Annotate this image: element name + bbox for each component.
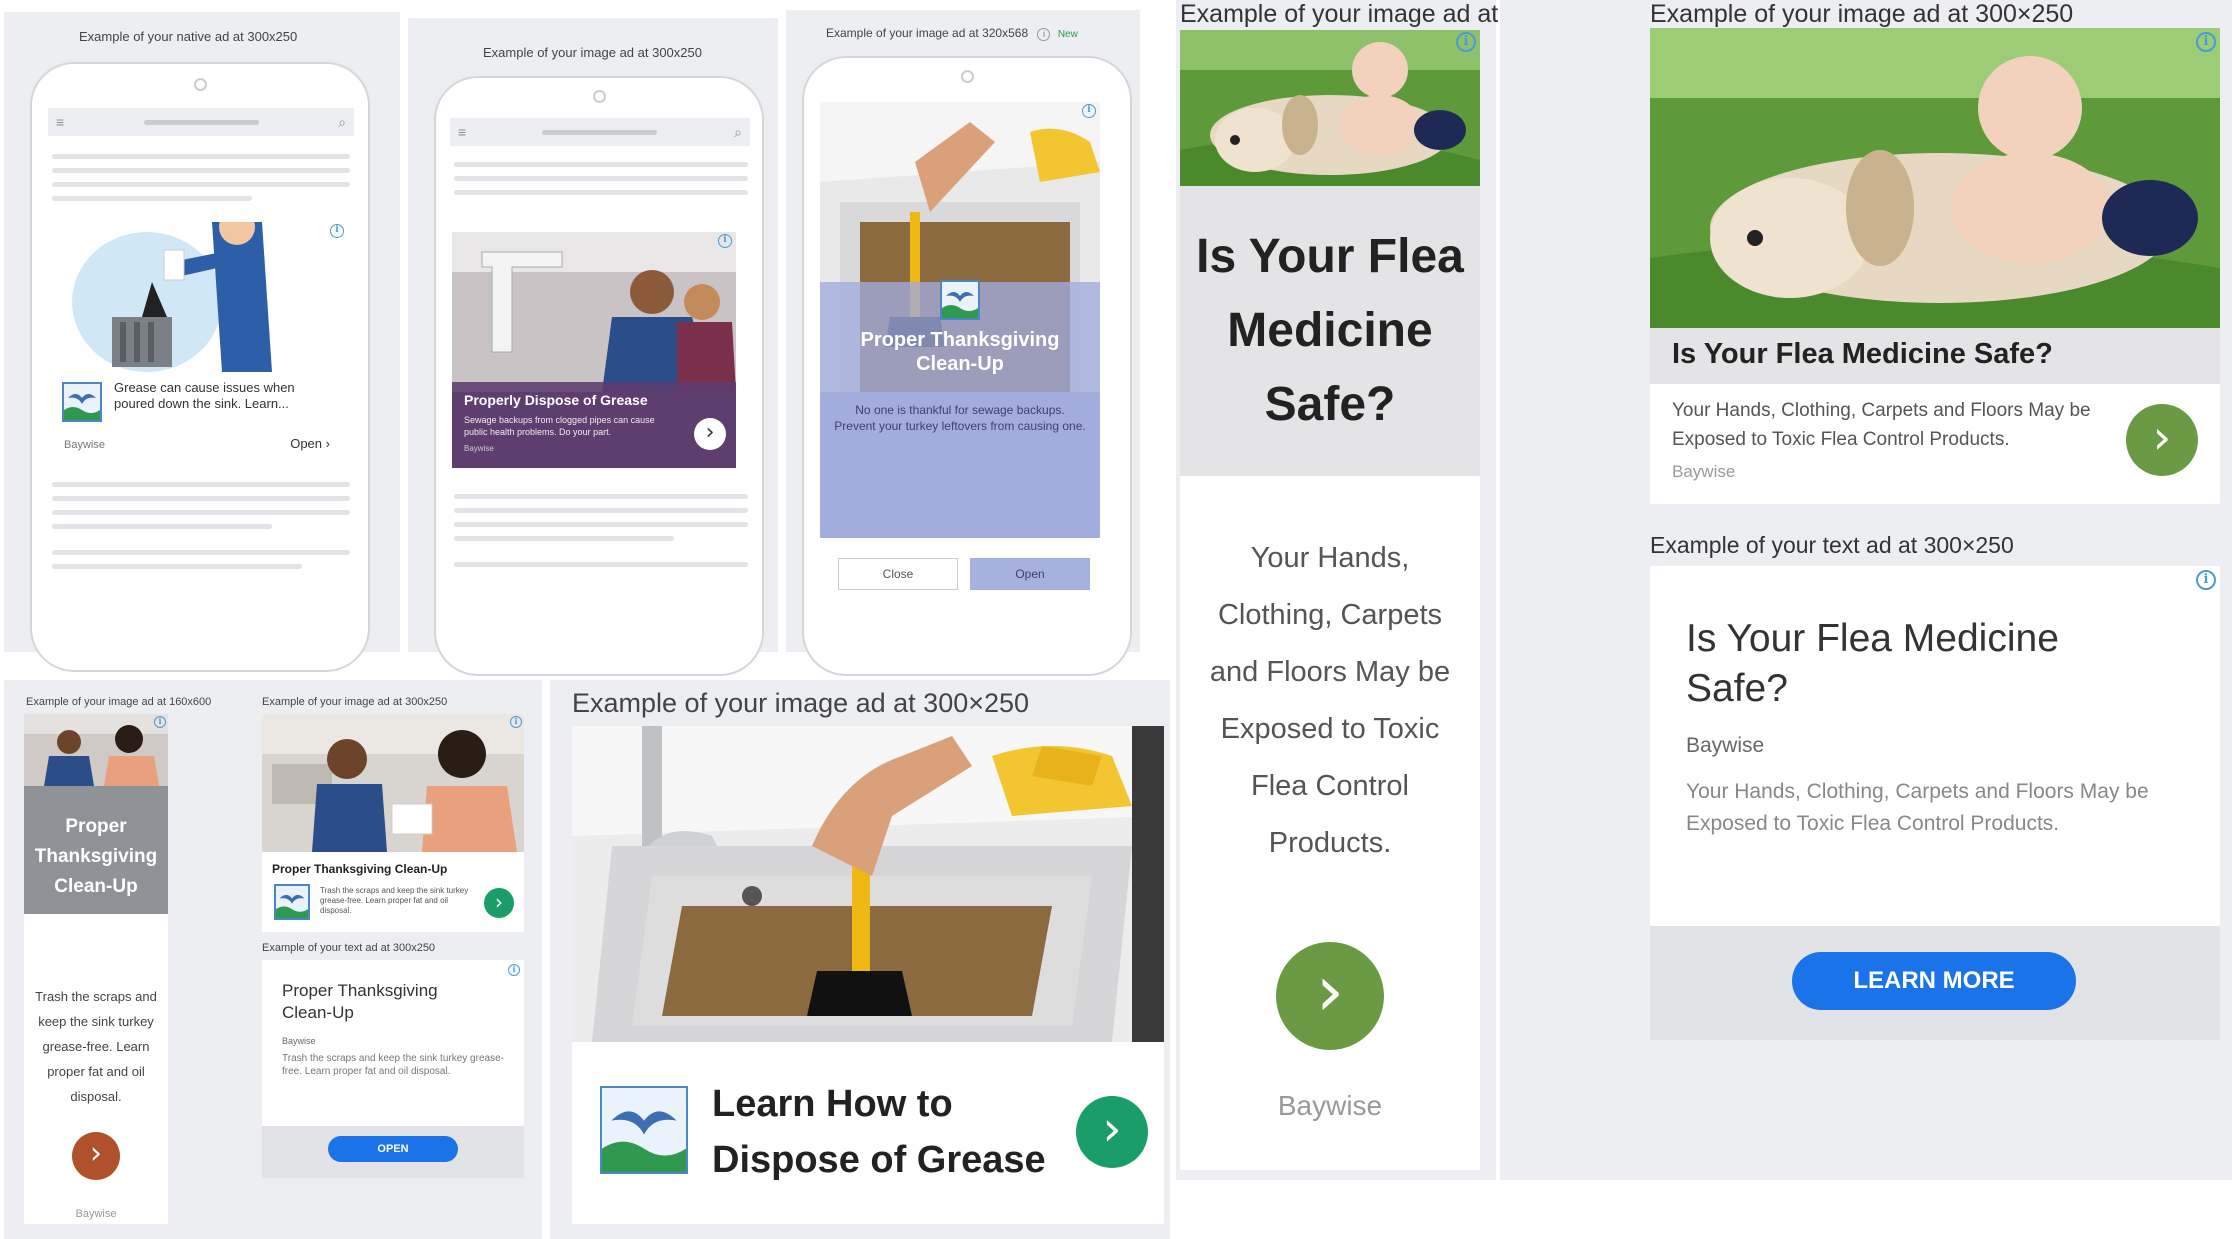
caption-interstitial-ad: Example of your image ad at 320x568 i Ne… [826, 26, 1078, 41]
small-300-headline: Proper Thanksgiving Clean-Up [272, 862, 448, 876]
flea-300x250-ad[interactable]: i Is Your Flea Medicine Safe? Your Hands… [1650, 28, 2220, 504]
chevron-right-icon[interactable]: › [1076, 1096, 1148, 1168]
flea-text-advertiser: Baywise [1686, 734, 1765, 757]
chevron-right-icon[interactable]: › [2126, 404, 2198, 476]
caption-image-ad-phone: Example of your image ad at 300x250 [483, 45, 702, 60]
flea-300-headline: Is Your Flea Medicine Safe? [1672, 338, 2053, 370]
flea-160-headline: Is Your Flea Medicine Safe? [1196, 230, 1464, 431]
ad-info-icon[interactable]: i [1082, 104, 1096, 118]
kitchen-photo [262, 714, 524, 852]
plumber-photo [452, 232, 736, 392]
chevron-right-icon[interactable]: › [1276, 942, 1384, 1050]
phone-camera [961, 70, 974, 83]
close-button[interactable]: Close [838, 558, 958, 590]
small-text-ad[interactable]: i Proper Thanksgiving Clean-Up Baywise T… [262, 960, 524, 1178]
phone-frame: ≡ ⌕ i Properly Dispose of Grease Sewage … [434, 76, 764, 676]
search-icon[interactable]: ⌕ [734, 118, 742, 146]
caption-grease-ad: Example of your image ad at 300×250 [572, 688, 1030, 718]
open-button[interactable]: Open [970, 558, 1090, 590]
ad-info-icon[interactable]: i [330, 224, 344, 238]
flea-300-advertiser: Baywise [1672, 462, 1736, 481]
ad-info-icon[interactable]: i [508, 964, 520, 976]
small-160-advertiser: Baywise [75, 1208, 117, 1220]
chevron-right-icon[interactable]: › [72, 1132, 120, 1180]
baby-dog-photo [1180, 30, 1480, 186]
grease-ad[interactable]: Learn How to Dispose of Grease › [572, 726, 1164, 1224]
interstitial-ad-preview: Example of your image ad at 320x568 i Ne… [786, 10, 1140, 676]
chevron-right-icon[interactable]: › [694, 418, 726, 450]
image-ad-body: Sewage backups from clogged pipes can ca… [464, 415, 655, 437]
grease-ad-preview: Example of your image ad at 300×250 Lear… [550, 680, 1170, 1239]
phone-camera [194, 78, 207, 91]
small-160-headline: Proper Thanksgiving Clean-Up [34, 816, 158, 897]
native-ad-advertiser: Baywise [64, 439, 105, 451]
image-ad-card[interactable]: i Properly Dispose of Grease Sewage back… [452, 232, 736, 468]
image-ad-headline: Properly Dispose of Grease [464, 392, 648, 408]
info-icon[interactable]: i [1037, 28, 1051, 41]
small-160-body: Trash the scraps and keep the sink turke… [35, 989, 157, 1104]
search-icon[interactable]: ⌕ [338, 108, 346, 136]
image-ad-advertiser: Baywise [464, 444, 494, 453]
native-ad-text: Grease can cause issues when poured down… [114, 380, 295, 411]
small-300-body: Trash the scraps and keep the sink turke… [320, 886, 469, 915]
chevron-right-icon: › [325, 436, 330, 451]
phone-frame: Proper Thanksgiving Clean-Up No one is t… [802, 56, 1132, 676]
ad-info-icon[interactable]: i [510, 716, 522, 728]
chevron-right-icon[interactable]: › [484, 888, 514, 918]
baywise-logo [62, 382, 102, 422]
phone-camera [593, 90, 606, 103]
image-ad-phone-preview: Example of your image ad at 300x250 ≡ ⌕ … [408, 18, 778, 676]
flea-160x600-preview: Example of your image ad at 160×600 i Is… [1176, 0, 1603, 1180]
ad-info-icon[interactable]: i [2196, 570, 2216, 590]
flea-160x600-ad[interactable]: i Is Your Flea Medicine Safe? Your Hands… [1180, 30, 1480, 1170]
native-ad-preview: Example of your native ad at 300x250 ≡ ⌕ [4, 12, 400, 672]
small-text-body: Trash the scraps and keep the sink turke… [282, 1053, 504, 1077]
open-label: Open [290, 436, 323, 451]
small-ads-preview: Example of your image ad at 160x600 i Pr… [4, 680, 542, 1239]
flea-160-body: Your Hands, Clothing, Carpets and Floors… [1209, 542, 1451, 859]
native-ad-open-button[interactable]: Open › [290, 436, 330, 451]
baby-dog-photo [1650, 28, 2220, 328]
caption-native-ad: Example of your native ad at 300x250 [79, 29, 298, 44]
ad-info-icon[interactable]: i [2196, 32, 2216, 52]
phone-frame: ≡ ⌕ i Grease can cause issues when poure… [30, 62, 370, 672]
learn-more-button[interactable]: LEARN MORE [1792, 952, 2076, 1010]
ad-info-icon[interactable]: i [718, 234, 732, 248]
kitchen-photo [24, 714, 168, 786]
small-160x600-ad[interactable]: i Proper Thanksgiving Clean-Up Trash the… [24, 714, 168, 1224]
ad-info-icon[interactable]: i [1456, 32, 1476, 52]
caption-small-300x250: Example of your image ad at 300x250 [262, 696, 448, 708]
grease-illustration [72, 222, 272, 372]
flea-300x250-preview: Example of your image ad at 300×250 i Is… [1500, 0, 2232, 1180]
menu-icon[interactable]: ≡ [458, 118, 466, 146]
app-bar: ≡ ⌕ [48, 108, 354, 136]
caption-flea-text-300x250: Example of your text ad at 300×250 [1650, 532, 2014, 558]
flea-text-headline: Is Your Flea Medicine Safe? [1686, 617, 2059, 710]
interstitial-ad-card[interactable]: Proper Thanksgiving Clean-Up No one is t… [820, 102, 1100, 538]
interstitial-body: No one is thankful for sewage backups. P… [834, 403, 1086, 433]
menu-icon[interactable]: ≡ [56, 108, 64, 136]
caption-flea-300x250: Example of your image ad at 300×250 [1650, 0, 2074, 28]
flea-text-body: Your Hands, Clothing, Carpets and Floors… [1686, 780, 2149, 835]
caption-small-160x600: Example of your image ad at 160x600 [26, 696, 212, 708]
flea-text-ad[interactable]: i Is Your Flea Medicine Safe? Baywise Yo… [1650, 566, 2220, 1040]
new-badge: New [1057, 29, 1078, 40]
baywise-logo [274, 884, 310, 920]
flea-300-body: Your Hands, Clothing, Carpets and Floors… [1672, 400, 2091, 450]
small-text-headline: Proper Thanksgiving Clean-Up [282, 981, 438, 1022]
small-open-button[interactable]: OPEN [328, 1136, 458, 1162]
baywise-logo [600, 1086, 688, 1174]
grease-headline: Learn How to Dispose of Grease [712, 1083, 1046, 1181]
small-300x250-ad[interactable]: i Proper Thanksgiving Clean-Up Trash the… [262, 714, 524, 932]
ad-info-icon[interactable]: i [154, 716, 166, 728]
interstitial-headline: Proper Thanksgiving Clean-Up [860, 329, 1060, 375]
sink-plunger-photo [572, 726, 1164, 1042]
native-ad-card[interactable]: i Grease can cause issues when poured do… [52, 222, 350, 458]
flea-160-advertiser: Baywise [1277, 1090, 1383, 1121]
baywise-logo [940, 280, 980, 320]
caption-small-text-300x250: Example of your text ad at 300x250 [262, 942, 436, 954]
app-bar: ≡ ⌕ [450, 118, 750, 146]
small-text-advertiser: Baywise [282, 1036, 316, 1046]
